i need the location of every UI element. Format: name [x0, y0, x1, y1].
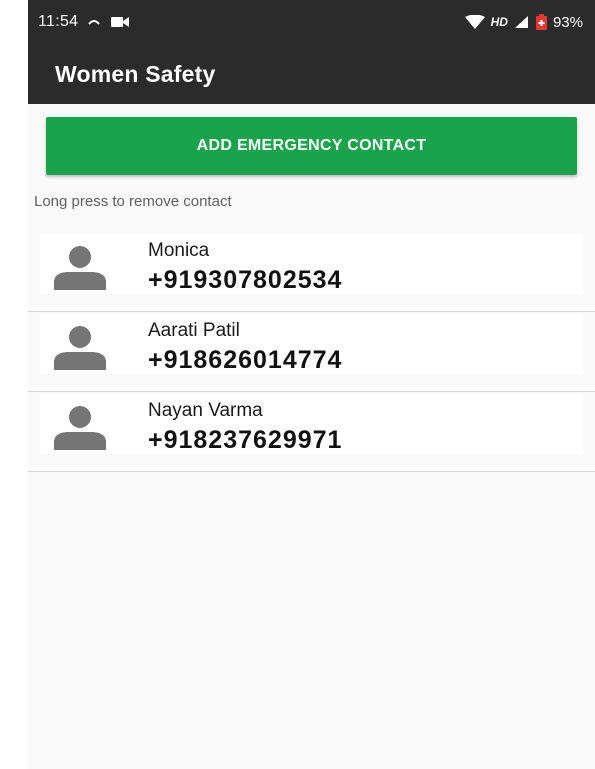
contact-name: Nayan Varma — [148, 400, 263, 421]
contact-list-item[interactable]: Nayan Varma +918237629971 — [28, 392, 595, 472]
network-type-label: HD — [490, 15, 508, 29]
contact-phone: +919307802534 — [148, 266, 343, 294]
add-emergency-contact-button[interactable]: ADD EMERGENCY CONTACT — [46, 117, 577, 175]
contact-list-item[interactable]: Aarati Patil +918626014774 — [28, 312, 595, 392]
status-bar: 11:54 HD 93% — [28, 0, 595, 44]
phone-screen: 11:54 HD 93% Women Safety ADD EMERGENCY … — [28, 0, 595, 769]
contact-card[interactable]: Aarati Patil +918626014774 — [40, 314, 583, 374]
contact-list-item[interactable]: Monica +919307802534 — [28, 232, 595, 312]
page-title: Women Safety — [55, 60, 216, 87]
status-time: 11:54 — [38, 13, 79, 30]
contact-name: Aarati Patil — [148, 320, 240, 341]
contact-list: Monica +919307802534 Aarati Patil +91862… — [28, 232, 595, 472]
battery-percentage: 93% — [552, 13, 583, 31]
contact-phone: +918237629971 — [148, 426, 343, 454]
wifi-icon — [464, 15, 485, 29]
person-icon — [54, 406, 106, 450]
person-icon — [54, 326, 106, 370]
contact-name: Monica — [148, 240, 210, 261]
remove-contact-hint: Long press to remove contact — [34, 193, 232, 210]
person-icon — [54, 246, 106, 290]
contact-card[interactable]: Monica +919307802534 — [40, 234, 583, 294]
contact-phone: +918626014774 — [148, 346, 343, 374]
signal-icon — [514, 16, 528, 28]
app-bar: Women Safety — [28, 44, 595, 104]
contact-card[interactable]: Nayan Varma +918237629971 — [40, 394, 583, 454]
cast-icon — [88, 20, 101, 25]
battery-icon — [535, 14, 547, 30]
video-camera-icon — [111, 17, 130, 27]
